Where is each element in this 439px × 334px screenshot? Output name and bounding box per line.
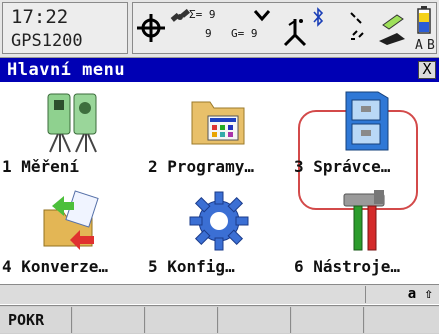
status-indicators: Σ= 9 9 G= 9 A B [132, 2, 437, 54]
radio-icon [350, 12, 364, 40]
tracked-sat-count: 9 [205, 27, 212, 40]
menu-item-label: 4 Konverze… [2, 257, 108, 276]
battery-icon [417, 6, 431, 34]
memory-b-label: B [427, 38, 435, 53]
position-target-icon [137, 14, 165, 42]
menu-item-programy[interactable]: 2 Programy… [146, 82, 292, 182]
close-button[interactable]: X [418, 61, 436, 79]
status-bar: 17:22 GPS1200 Σ= 9 9 G= 9 A B [0, 0, 439, 58]
receiver-icon [283, 19, 307, 47]
function-key-bar: POKR [0, 305, 439, 334]
time-device-box: 17:22 GPS1200 [2, 2, 128, 54]
programs-folder-icon [191, 101, 245, 145]
position-sat-count: Σ= 9 [189, 8, 216, 21]
menu-item-konverze[interactable]: 4 Konverze… [0, 182, 146, 282]
input-mode-bar: a ⇧ [0, 284, 439, 304]
signal-arrow-icon [253, 10, 271, 22]
fkey-f1[interactable]: POKR [0, 307, 72, 333]
memory-a-label: A [415, 38, 423, 53]
menu-item-konfig[interactable]: 5 Konfig… [146, 182, 292, 282]
satellite-icon [170, 8, 190, 22]
sdcard-icon [379, 14, 405, 45]
tools-icon [343, 190, 385, 251]
device-name: GPS1200 [11, 31, 83, 51]
menu-item-spravce[interactable]: 3 Správce… [292, 82, 438, 182]
data-convert-icon [43, 190, 99, 250]
fkey-f3[interactable] [146, 307, 218, 333]
menu-item-label: 5 Konfig… [148, 257, 235, 276]
page-title: Hlavní menu [7, 60, 126, 80]
menu-item-label: 3 Správce… [294, 157, 391, 176]
surveying-instruments-icon [47, 93, 97, 153]
fkey-f2[interactable] [73, 307, 145, 333]
menu-item-label: 2 Programy… [148, 157, 254, 176]
main-menu-grid: 1 Měření 2 Programy… 3 Správce… 4 Konver… [0, 82, 439, 282]
title-bar: Hlavní menu X [0, 58, 439, 82]
menu-item-nastroje[interactable]: 6 Nástroje… [292, 182, 438, 282]
file-cabinet-icon [345, 91, 389, 151]
menu-item-mereni[interactable]: 1 Měření [0, 82, 146, 182]
fkey-f6[interactable] [365, 307, 439, 333]
fkey-f5[interactable] [292, 307, 364, 333]
glonass-sat-count: G= 9 [231, 27, 258, 40]
bluetooth-icon [313, 7, 324, 27]
config-gear-icon [189, 191, 249, 251]
fkey-f4[interactable] [219, 307, 291, 333]
menu-item-label: 1 Měření [2, 157, 80, 176]
menu-item-label: 6 Nástroje… [294, 257, 400, 276]
clock: 17:22 [11, 6, 69, 28]
input-mode-indicator: a ⇧ [365, 286, 437, 303]
